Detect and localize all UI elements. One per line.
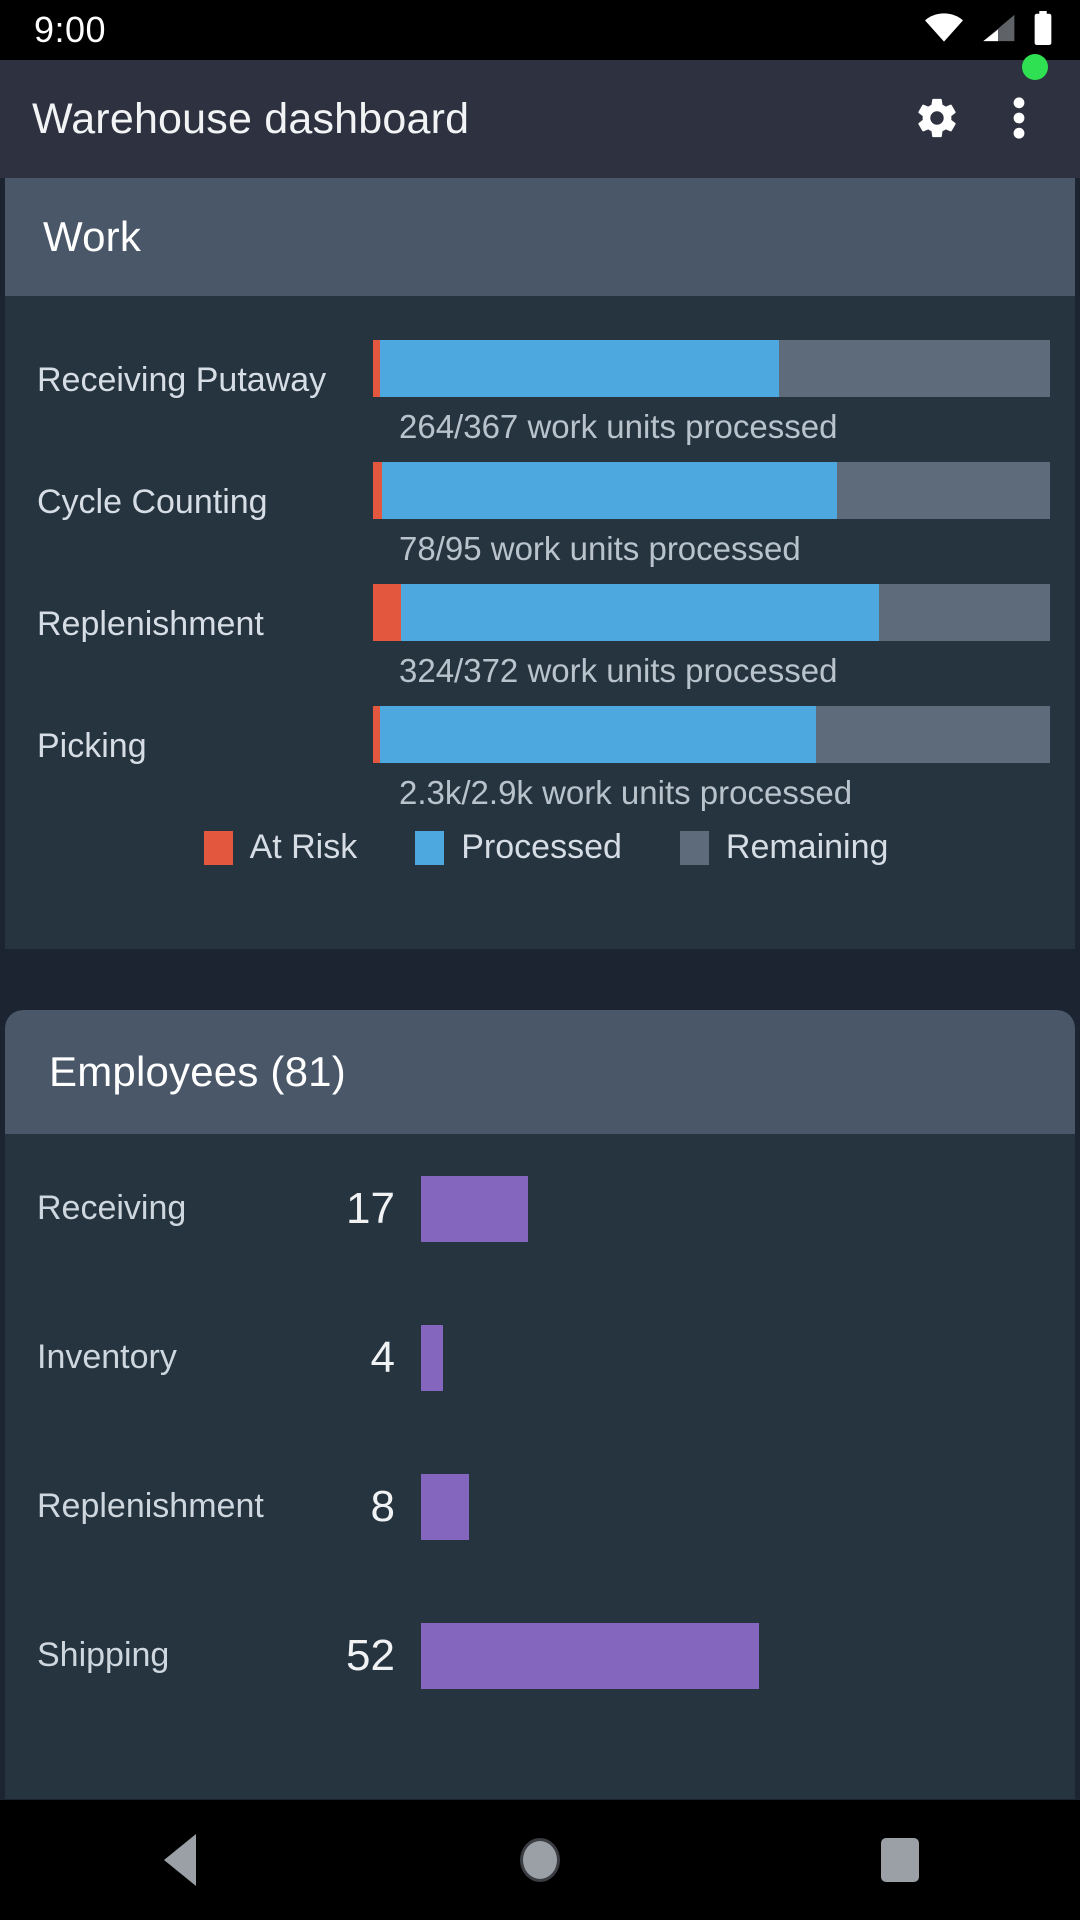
employee-bar-wrap xyxy=(421,1134,1041,1283)
battery-icon xyxy=(1032,10,1054,50)
employee-row-label: Shipping xyxy=(37,1636,170,1674)
employee-row-count: 4 xyxy=(370,1333,395,1382)
work-row-label: Replenishment xyxy=(37,605,264,643)
work-row-label: Picking xyxy=(37,727,147,765)
status-bar-icons xyxy=(924,10,1054,50)
legend-swatch-processed xyxy=(415,830,445,865)
employee-bar xyxy=(421,1622,759,1689)
work-progress-track xyxy=(373,340,1050,397)
employee-bar-wrap xyxy=(421,1432,1041,1581)
work-segment-at-risk xyxy=(373,584,402,641)
home-circle-icon xyxy=(520,1838,560,1882)
work-segment-processed xyxy=(401,584,879,641)
employees-card-title: Employees (81) xyxy=(49,1048,346,1095)
employee-row[interactable]: Shipping 52 xyxy=(5,1581,1075,1730)
work-row[interactable]: Cycle Counting 78/95 work units processe… xyxy=(5,452,1075,574)
work-row-caption: 264/367 work units processed xyxy=(399,408,838,445)
employees-card: Employees (81) Receiving 17 Inventory 4 … xyxy=(5,1010,1075,1799)
legend-swatch-at-risk xyxy=(203,830,233,865)
work-progress-track xyxy=(373,462,1050,519)
work-segment-processed xyxy=(380,706,817,763)
overflow-menu-button[interactable] xyxy=(982,82,1056,156)
app-bar: Warehouse dashboard xyxy=(0,54,1080,178)
employee-row-label: Receiving xyxy=(37,1189,187,1227)
work-row[interactable]: Receiving Putaway 264/367 work units pro… xyxy=(5,330,1075,452)
work-segment-processed xyxy=(381,462,837,519)
work-row[interactable]: Replenishment 324/372 work units process… xyxy=(5,574,1075,696)
employees-card-body: Receiving 17 Inventory 4 Replenishment 8… xyxy=(5,1134,1075,1799)
work-legend: At Risk Processed Remaining xyxy=(5,828,1075,867)
back-triangle-icon xyxy=(164,1834,196,1886)
work-segment-processed xyxy=(380,340,780,397)
legend-item-processed: Processed xyxy=(415,828,622,867)
page-title: Warehouse dashboard xyxy=(32,94,470,143)
employee-row-label: Inventory xyxy=(37,1338,177,1376)
app-bar-actions xyxy=(900,54,1056,156)
nav-recents-button[interactable] xyxy=(810,1800,990,1920)
more-vertical-icon xyxy=(1013,94,1025,145)
work-row-caption: 2.3k/2.9k work units processed xyxy=(399,774,853,811)
employee-row-label: Replenishment xyxy=(37,1487,264,1525)
work-segment-at-risk xyxy=(373,340,381,397)
employee-bar xyxy=(421,1175,528,1242)
status-bar: 9:00 xyxy=(0,0,1080,60)
legend-item-remaining: Remaining xyxy=(679,828,889,867)
work-card-body: Receiving Putaway 264/367 work units pro… xyxy=(5,296,1075,949)
employee-row[interactable]: Receiving 17 xyxy=(5,1134,1075,1283)
employee-bar-wrap xyxy=(421,1581,1041,1730)
work-row-label: Cycle Counting xyxy=(37,483,268,521)
employee-row[interactable]: Inventory 4 xyxy=(5,1283,1075,1432)
legend-label-processed: Processed xyxy=(461,828,622,866)
employee-row-count: 8 xyxy=(370,1482,395,1531)
work-progress-track xyxy=(373,706,1050,763)
legend-item-at-risk: At Risk xyxy=(203,828,358,867)
work-row-label: Receiving Putaway xyxy=(37,361,327,399)
work-card-header: Work xyxy=(5,178,1075,296)
status-bar-clock: 9:00 xyxy=(34,9,107,50)
android-navigation-bar xyxy=(0,1800,1080,1920)
legend-label-at-risk: At Risk xyxy=(249,828,358,866)
gear-icon xyxy=(914,95,960,144)
wifi-icon xyxy=(924,12,964,48)
work-row[interactable]: Picking 2.3k/2.9k work units processed xyxy=(5,696,1075,818)
work-segment-at-risk xyxy=(373,706,381,763)
employee-row-count: 17 xyxy=(346,1184,395,1233)
work-row-caption: 324/372 work units processed xyxy=(399,652,838,689)
legend-label-remaining: Remaining xyxy=(725,828,889,866)
work-progress-track xyxy=(373,584,1050,641)
nav-back-button[interactable] xyxy=(90,1800,270,1920)
employee-bar xyxy=(421,1324,443,1391)
settings-button[interactable] xyxy=(900,82,974,156)
employee-bar xyxy=(421,1473,469,1540)
work-card-title: Work xyxy=(43,213,142,260)
connection-status-indicator xyxy=(1022,54,1048,80)
work-row-caption: 78/95 work units processed xyxy=(399,530,801,567)
employees-card-header: Employees (81) xyxy=(5,1010,1075,1134)
legend-swatch-remaining xyxy=(679,830,709,865)
employee-bar-wrap xyxy=(421,1283,1041,1432)
employee-row-count: 52 xyxy=(346,1631,395,1680)
work-segment-at-risk xyxy=(373,462,382,519)
work-card: Work Receiving Putaway 264/367 work unit… xyxy=(5,178,1075,949)
cellular-signal-icon xyxy=(980,13,1016,48)
recents-square-icon xyxy=(881,1838,919,1882)
nav-home-button[interactable] xyxy=(450,1800,630,1920)
employee-row[interactable]: Replenishment 8 xyxy=(5,1432,1075,1581)
